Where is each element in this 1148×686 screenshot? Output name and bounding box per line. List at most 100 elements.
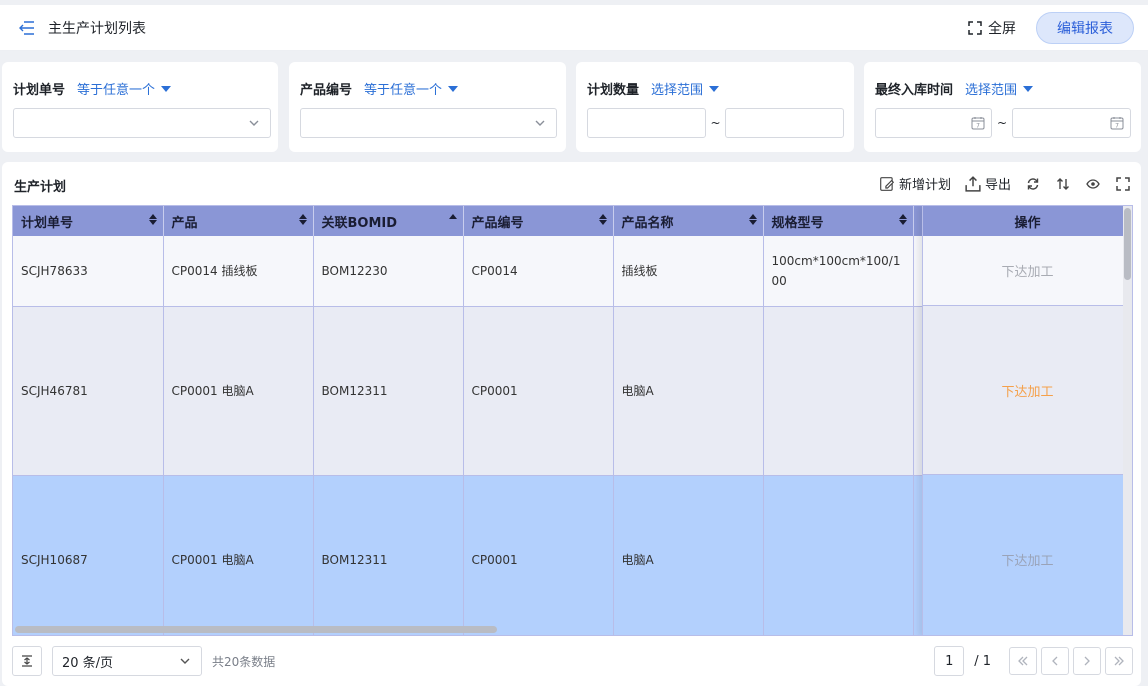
column-header[interactable]: 产品 [163, 206, 314, 236]
first-page-button[interactable] [1009, 647, 1037, 675]
edit-add-icon [880, 176, 895, 191]
double-chevron-left-icon [1018, 656, 1028, 666]
fullscreen-button[interactable]: 全屏 [968, 18, 1016, 38]
filter-plan-qty: 计划数量 选择范围 ~ [576, 62, 854, 152]
action-column: 操作 下达加工 下达加工 下达加工 [922, 206, 1132, 635]
next-page-button[interactable] [1073, 647, 1101, 675]
sort-ascending-icon[interactable] [448, 214, 457, 219]
column-label: 规格型号 [771, 215, 824, 231]
sort-icon[interactable] [898, 214, 907, 225]
caret-down-icon[interactable] [709, 86, 720, 92]
back-to-top-button[interactable] [12, 646, 42, 676]
eye-icon[interactable] [1085, 176, 1101, 192]
cell-product: CP0014 插线板 [163, 236, 314, 307]
filter-operator[interactable]: 等于任意一个 [77, 79, 155, 98]
column-header[interactable]: 产品名称 [613, 206, 764, 236]
add-plan-label: 新增计划 [898, 178, 951, 193]
cell-plan-no: SCJH10687 [13, 475, 164, 635]
caret-down-icon[interactable] [161, 86, 172, 92]
column-header[interactable]: 关联BOMID [313, 206, 464, 236]
page-size-select[interactable]: 20 条/页 [52, 646, 202, 676]
caret-down-icon[interactable] [448, 86, 459, 92]
page-number-input[interactable]: 1 [934, 646, 965, 676]
filter-operator[interactable]: 选择范围 [651, 79, 703, 98]
collapse-icon [22, 655, 32, 667]
export-icon [965, 175, 981, 192]
vertical-scrollbar[interactable] [1123, 206, 1132, 635]
caret-down-icon[interactable] [1023, 86, 1034, 92]
filter-label: 产品编号 [300, 82, 353, 98]
column-label: 关联BOMID [321, 215, 398, 231]
table-row-selected[interactable]: SCJH10687 CP0001 电脑A BOM12311 CP0001 电脑A [13, 475, 934, 635]
cell-plan-no: SCJH46781 [13, 306, 164, 476]
table-row[interactable]: SCJH46781 CP0001 电脑A BOM12311 CP0001 电脑A [13, 306, 934, 476]
filter-label: 最终入库时间 [875, 82, 954, 98]
fullscreen-label: 全屏 [988, 20, 1016, 37]
cell-plan-no: SCJH78633 [13, 236, 164, 307]
cell-bom: BOM12230 [313, 236, 464, 307]
double-chevron-right-icon [1114, 656, 1124, 666]
filter-product-code: 产品编号 等于任意一个 [289, 62, 566, 152]
plan-no-select[interactable] [13, 108, 271, 138]
pager: 1 / 1 [934, 646, 1133, 676]
cell-product-name: 电脑A [613, 306, 764, 476]
date-end-input[interactable]: 7 [1012, 108, 1131, 138]
filter-label: 计划数量 [587, 82, 640, 98]
fullscreen-icon [968, 20, 982, 35]
filter-operator[interactable]: 等于任意一个 [364, 79, 442, 98]
production-plan-panel: 生产计划 新增计划 导出 计划单号 产品 关联BOMID 产品编号 产品名称 规… [2, 162, 1141, 686]
expand-icon[interactable] [1115, 176, 1131, 192]
sort-icon[interactable] [148, 214, 157, 225]
refresh-icon[interactable] [1025, 176, 1041, 192]
cell-bom: BOM12311 [313, 475, 464, 635]
column-header[interactable]: 计划单号 [13, 206, 164, 236]
qty-max-input[interactable] [725, 108, 845, 138]
prev-page-button[interactable] [1041, 647, 1069, 675]
menu-collapse-icon[interactable] [18, 19, 36, 37]
add-plan-button[interactable]: 新增计划 [879, 174, 951, 193]
filter-operator[interactable]: 选择范围 [965, 79, 1017, 98]
cell-spec [763, 475, 914, 635]
cell-product-name: 电脑A [613, 475, 764, 635]
cell-spec: 100cm*100cm*100/100 [763, 236, 914, 307]
page-size-value: 20 条/页 [62, 655, 114, 671]
table-toolbar: 新增计划 导出 [879, 174, 1131, 193]
product-code-select[interactable] [300, 108, 557, 138]
chevron-down-icon [535, 120, 545, 126]
dispatch-button[interactable]: 下达加工 [923, 475, 1132, 635]
chevron-down-icon [249, 120, 259, 126]
cell-product-code: CP0001 [463, 306, 614, 476]
table-header-row: 计划单号 产品 关联BOMID 产品编号 产品名称 规格型号 [13, 206, 934, 236]
svg-text:7: 7 [1115, 123, 1119, 130]
cell-bom: BOM12311 [313, 306, 464, 476]
sort-icon[interactable] [1055, 176, 1071, 192]
range-separator: ~ [996, 116, 1008, 130]
dispatch-button[interactable]: 下达加工 [923, 236, 1132, 306]
total-count: 共20条数据 [212, 654, 276, 669]
export-button[interactable]: 导出 [965, 174, 1011, 193]
calendar-icon[interactable]: 7 [1110, 116, 1124, 130]
cell-product-code: CP0001 [463, 475, 614, 635]
column-label: 产品编号 [471, 215, 524, 231]
calendar-icon[interactable]: 7 [971, 116, 985, 130]
last-page-button[interactable] [1105, 647, 1133, 675]
sort-icon[interactable] [598, 214, 607, 225]
vertical-scroll-thumb[interactable] [1124, 208, 1131, 280]
date-start-input[interactable]: 7 [875, 108, 992, 138]
table-row[interactable]: SCJH78633 CP0014 插线板 BOM12230 CP0014 插线板… [13, 236, 934, 307]
column-label: 计划单号 [21, 215, 74, 231]
cell-product-code: CP0014 [463, 236, 614, 307]
top-header: 主生产计划列表 全屏 编辑报表 [0, 5, 1148, 51]
column-label: 产品 [171, 215, 198, 231]
dispatch-button[interactable]: 下达加工 [923, 306, 1132, 475]
qty-min-input[interactable] [587, 108, 706, 138]
chevron-right-icon [1084, 656, 1090, 666]
sort-icon[interactable] [298, 214, 307, 225]
edit-report-button[interactable]: 编辑报表 [1036, 11, 1134, 44]
sort-icon[interactable] [748, 214, 757, 225]
column-header[interactable]: 规格型号 [763, 206, 914, 236]
pagination-bar: 20 条/页 共20条数据 1 / 1 [12, 646, 1133, 676]
column-label: 产品名称 [621, 215, 674, 231]
column-header[interactable]: 产品编号 [463, 206, 614, 236]
horizontal-scroll-thumb[interactable] [15, 626, 497, 633]
